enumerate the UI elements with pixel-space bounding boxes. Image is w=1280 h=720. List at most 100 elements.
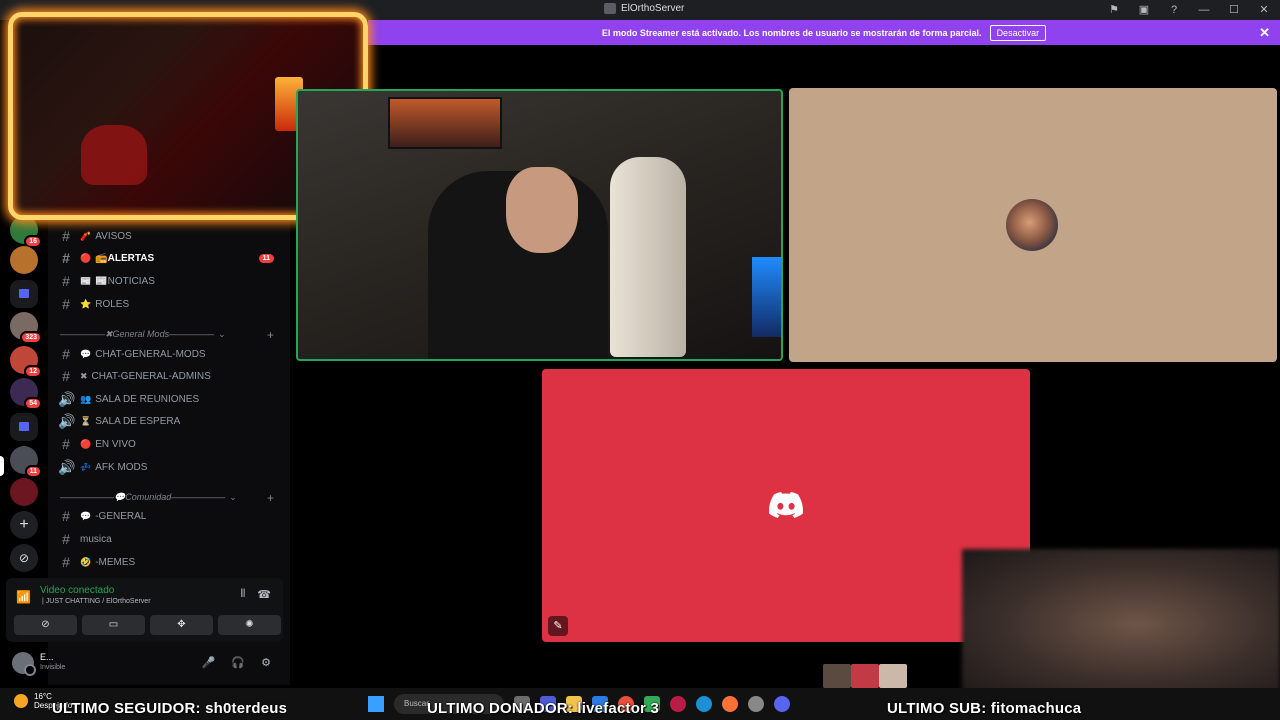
- minimize-icon[interactable]: —: [1196, 2, 1212, 18]
- channel-emoji: 🔴: [80, 252, 92, 263]
- folder-icon: [19, 289, 29, 298]
- video-tile-speaking[interactable]: [296, 89, 783, 361]
- folder-item[interactable]: [10, 280, 38, 308]
- channel-label: CHAT-GENERAL-ADMINS: [91, 370, 211, 382]
- help-icon[interactable]: ?: [1166, 2, 1182, 18]
- channel-en-vivo[interactable]: # 🔴 EN VIVO: [58, 434, 284, 454]
- channel-alertas[interactable]: # 🔴 📻ALERTAS 11: [58, 248, 284, 268]
- speaker-icon: 🔊: [58, 412, 76, 429]
- voice-buttons: ⊘ ▭ ✥ ✺: [14, 615, 281, 635]
- add-channel-icon[interactable]: +: [267, 328, 274, 342]
- window-title: ElOrthoServer: [604, 3, 684, 14]
- channel-label: -MEMES: [95, 556, 136, 568]
- gaming-chair: [610, 157, 686, 357]
- mini-avatar[interactable]: [879, 664, 907, 688]
- channel-musica[interactable]: # musica: [58, 529, 284, 549]
- server-item[interactable]: 12: [10, 346, 42, 378]
- channel-label: musica: [80, 533, 112, 545]
- server-icon: [604, 3, 616, 14]
- title-bar-controls: ⚑ ▣ ? — ☐ ✕: [1106, 2, 1272, 18]
- noise-suppression-icon[interactable]: ⦀: [240, 588, 245, 601]
- hash-icon: #: [62, 346, 70, 362]
- video-tile-avatar[interactable]: [789, 88, 1277, 362]
- flag-icon[interactable]: ⚑: [1106, 2, 1122, 18]
- speaker-icon: 🔊: [58, 390, 76, 407]
- avatar[interactable]: [12, 652, 36, 676]
- channel-roles[interactable]: # ⭐ ROLES: [58, 294, 284, 314]
- hash-icon: #: [62, 228, 70, 244]
- add-server-icon[interactable]: +: [10, 511, 38, 539]
- microphone-icon[interactable]: 🎤: [202, 656, 216, 669]
- voice-channel-reuniones[interactable]: 🔊 👥 SALA DE REUNIONES: [58, 389, 284, 409]
- edge-icon[interactable]: [696, 696, 712, 712]
- server-item[interactable]: 323: [10, 312, 42, 344]
- folder-item[interactable]: [10, 413, 38, 441]
- username[interactable]: E...: [40, 652, 54, 662]
- voice-status[interactable]: Video conectado: [40, 585, 114, 596]
- voice-channel-afk[interactable]: 🔊 💤 AFK MODS: [58, 457, 284, 477]
- channel-label: CHAT-GENERAL-MODS: [95, 348, 206, 360]
- activities-button[interactable]: ✥: [150, 615, 213, 635]
- hash-icon: #: [62, 554, 70, 570]
- screen-share-button[interactable]: ▭: [82, 615, 145, 635]
- channel-avisos[interactable]: # 🧨 AVISOS: [58, 226, 284, 246]
- mention-badge: 11: [258, 253, 274, 263]
- channel-emoji: 📰: [80, 275, 92, 286]
- channel-noticias[interactable]: # 📰 📰NOTICIAS: [58, 271, 284, 291]
- server-badge: 54: [24, 397, 42, 410]
- category-comunidad[interactable]: ——————💬Comunidad—————— ⌄ +: [60, 491, 286, 505]
- opera-icon[interactable]: [670, 696, 686, 712]
- speaker-icon: 🔊: [58, 458, 76, 475]
- close-banner-icon[interactable]: ✕: [1259, 25, 1270, 41]
- folder-icon: [19, 422, 29, 431]
- server-badge: 323: [20, 331, 42, 344]
- camera-off-button[interactable]: ⊘: [14, 615, 77, 635]
- muted-mic-icon: ✎: [548, 616, 568, 636]
- add-channel-icon[interactable]: +: [267, 491, 274, 505]
- server-item-selected[interactable]: 11: [10, 446, 42, 478]
- server-item[interactable]: 16: [10, 216, 42, 248]
- voice-location[interactable]: | JUST CHATTING / ElOrthoServer: [42, 598, 151, 605]
- hash-icon: #: [62, 296, 70, 312]
- channel-chat-general-admins[interactable]: # ✖ CHAT-GENERAL-ADMINS: [58, 366, 284, 386]
- channel-label: AFK MODS: [95, 461, 148, 473]
- discord-logo-icon: [769, 492, 803, 518]
- connection-signal-icon[interactable]: 📶: [16, 590, 31, 604]
- video-tile-discord[interactable]: ✎: [542, 369, 1030, 642]
- server-item[interactable]: [10, 478, 38, 506]
- discord-taskbar-icon[interactable]: [774, 696, 790, 712]
- headphones-icon[interactable]: 🎧: [231, 656, 245, 669]
- channel-emoji: ⏳: [80, 415, 92, 426]
- voice-actions: ⦀ ☎: [240, 588, 271, 601]
- app-icon[interactable]: [748, 696, 764, 712]
- voice-channel-espera[interactable]: 🔊 ⏳ SALA DE ESPERA: [58, 411, 284, 431]
- explore-icon[interactable]: ⊘: [10, 544, 38, 572]
- mini-discord-avatar[interactable]: [851, 664, 879, 688]
- channel-emoji: ✖: [80, 370, 88, 381]
- webcam-person: [81, 125, 147, 185]
- disconnect-icon[interactable]: ☎: [257, 588, 271, 601]
- channel-emoji: ⭐: [80, 298, 92, 309]
- hash-icon: #: [62, 368, 70, 384]
- soundboard-button[interactable]: ✺: [218, 615, 281, 635]
- voice-connection-panel: 📶 Video conectado | JUST CHATTING / ElOr…: [6, 578, 283, 642]
- hash-icon: #: [62, 250, 70, 266]
- close-window-icon[interactable]: ✕: [1256, 2, 1272, 18]
- inbox-icon[interactable]: ▣: [1136, 2, 1152, 18]
- disable-streamer-button[interactable]: Desactivar: [989, 24, 1047, 41]
- channel-chat-general-mods[interactable]: # 💬 CHAT-GENERAL-MODS: [58, 344, 284, 364]
- channel-general[interactable]: # 💬 -GENERAL: [58, 506, 284, 526]
- server-item[interactable]: [10, 246, 38, 274]
- windows-start-icon[interactable]: [368, 696, 384, 712]
- wall-painting: [388, 97, 502, 149]
- hash-icon: #: [62, 436, 70, 452]
- server-badge: 11: [24, 465, 42, 478]
- category-general-mods[interactable]: —————✖General Mods————— ⌄ +: [60, 328, 286, 342]
- firefox-icon[interactable]: [722, 696, 738, 712]
- channel-memes[interactable]: # 🤣 -MEMES: [58, 552, 284, 572]
- server-item[interactable]: 54: [10, 378, 42, 410]
- category-label: ——————💬Comunidad——————: [60, 492, 226, 502]
- mini-avatar[interactable]: [823, 664, 851, 688]
- maximize-icon[interactable]: ☐: [1226, 2, 1242, 18]
- gear-icon[interactable]: ⚙: [261, 656, 271, 669]
